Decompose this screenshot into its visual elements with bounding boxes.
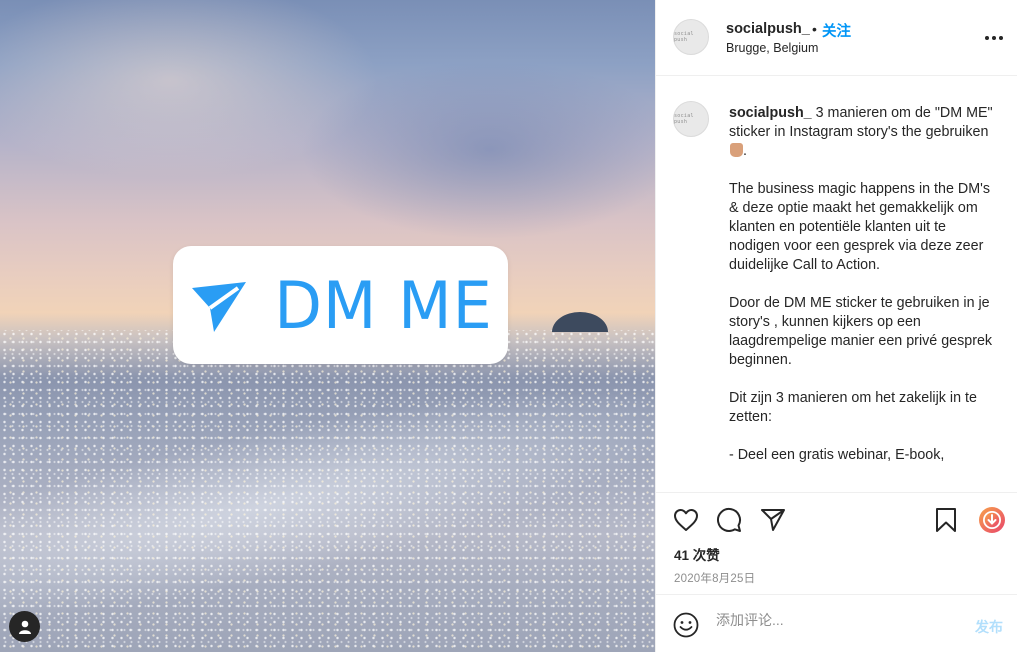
person-icon [18,620,31,634]
comment-input[interactable] [716,612,956,628]
post-media[interactable]: DM ME [0,0,655,652]
bookmark-icon[interactable] [934,507,958,533]
glitter-sea [0,330,655,652]
post-comment-button[interactable]: 发布 [975,617,1003,637]
avatar[interactable]: social push [673,19,709,55]
dm-me-sticker: DM ME [173,246,508,364]
caption-avatar[interactable]: social push [673,101,709,137]
more-dot-icon [985,36,989,40]
action-bar: 41 次赞 2020年8月25日 [656,492,1017,592]
emoji-icon[interactable] [673,612,699,638]
share-icon[interactable] [760,507,786,533]
user-tag-button[interactable] [9,611,40,642]
post-date[interactable]: 2020年8月25日 [674,570,755,586]
post-details-panel: social push socialpush_ • 关注 Brugge, Bel… [655,0,1017,652]
location-link[interactable]: Brugge, Belgium [726,41,818,55]
sticker-text: DM ME [274,266,493,344]
follow-button[interactable]: 关注 [822,20,851,41]
separator-dot: • [812,21,817,37]
caption-section: social push socialpush_ 3 manieren om de… [656,77,1017,492]
paper-plane-icon [192,282,247,332]
more-dot-icon [992,36,996,40]
download-icon[interactable] [978,506,1006,534]
caption-text: socialpush_ 3 manieren om de "DM ME" sti… [729,104,999,465]
likes-count[interactable]: 41 次赞 [674,544,720,564]
caption-username[interactable]: socialpush_ [729,105,812,121]
more-dot-icon [999,36,1003,40]
comment-bar: 发布 [656,594,1017,652]
more-options-button[interactable] [985,36,1003,40]
comment-icon[interactable] [716,507,742,533]
distant-island [552,312,608,332]
heart-icon[interactable] [673,508,699,532]
header-username[interactable]: socialpush_ [726,21,810,37]
caption-body-rest: . The business magic happens in the DM's… [729,143,993,463]
sky-cloud-dark [300,60,655,240]
post-header: social push socialpush_ • 关注 Brugge, Bel… [656,0,1017,76]
pointing-hand-emoji-icon [730,143,743,157]
